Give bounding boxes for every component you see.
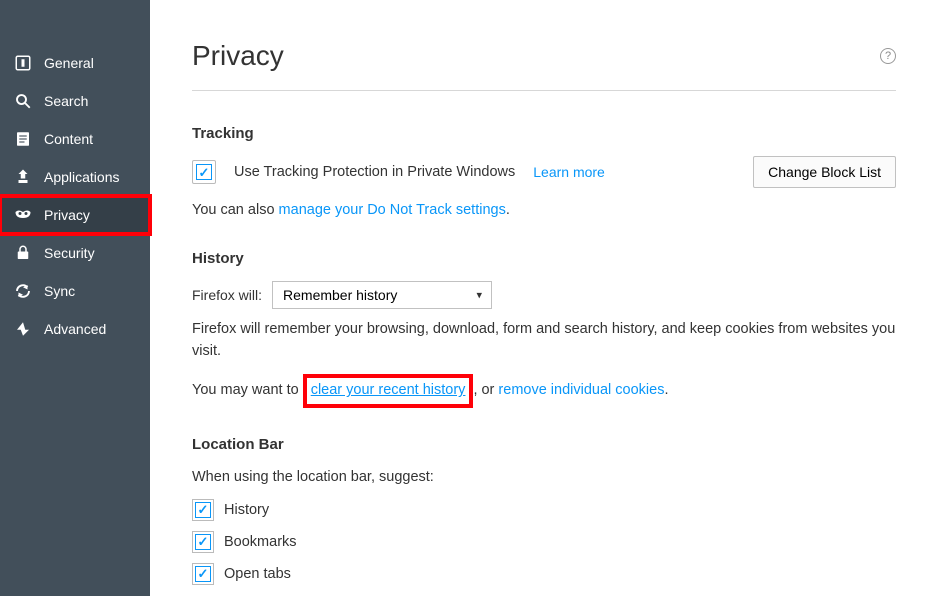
sidebar-item-advanced[interactable]: Advanced: [0, 310, 150, 348]
sidebar-item-search[interactable]: Search: [0, 82, 150, 120]
history-mode-row: Firefox will: Remember history: [192, 281, 896, 309]
change-block-list-button[interactable]: Change Block List: [753, 156, 896, 188]
open-tabs-checkbox-label[interactable]: Open tabs: [224, 566, 291, 582]
clear-history-link[interactable]: clear your recent history: [311, 382, 466, 398]
location-bar-option-bookmarks[interactable]: Bookmarks: [192, 531, 896, 553]
open-tabs-checkbox[interactable]: [195, 566, 211, 582]
sidebar-item-privacy[interactable]: Privacy: [0, 196, 150, 234]
history-clear-paragraph: You may want to clear your recent histor…: [192, 374, 896, 408]
sidebar-item-label: Search: [44, 93, 88, 109]
advanced-icon: [14, 320, 32, 338]
sidebar-item-general[interactable]: General: [0, 44, 150, 82]
clear-prefix: You may want to: [192, 382, 303, 398]
dnt-suffix: .: [506, 202, 510, 218]
sidebar-item-applications[interactable]: Applications: [0, 158, 150, 196]
sidebar-item-label: General: [44, 55, 94, 71]
location-bar-option-open-tabs[interactable]: Open tabs: [192, 563, 896, 585]
content-icon: [14, 130, 32, 148]
main-content: Privacy ? Tracking Use Tracking Protecti…: [150, 0, 938, 596]
sidebar-item-sync[interactable]: Sync: [0, 272, 150, 310]
app-root: General Search Content Applications Priv…: [0, 0, 938, 596]
clear-suffix: .: [664, 382, 668, 398]
sidebar-item-content[interactable]: Content: [0, 120, 150, 158]
tracking-heading: Tracking: [192, 125, 896, 142]
sidebar: General Search Content Applications Priv…: [0, 0, 150, 596]
tracking-protection-label[interactable]: Use Tracking Protection in Private Windo…: [234, 164, 515, 180]
history-mode-select-wrap: Remember history: [272, 281, 492, 309]
page-title: Privacy: [192, 40, 284, 72]
remove-cookies-link[interactable]: remove individual cookies: [498, 382, 664, 398]
privacy-mask-icon: [14, 206, 32, 224]
sidebar-item-label: Applications: [44, 169, 120, 185]
history-mode-label: Firefox will:: [192, 287, 262, 303]
general-icon: [14, 54, 32, 72]
help-icon[interactable]: ?: [880, 48, 896, 64]
history-mode-select[interactable]: Remember history: [272, 281, 492, 309]
history-section: History Firefox will: Remember history F…: [192, 250, 896, 408]
tracking-learn-more-link[interactable]: Learn more: [533, 164, 605, 180]
sidebar-item-label: Privacy: [44, 207, 90, 223]
history-checkbox-label[interactable]: History: [224, 502, 269, 518]
tracking-protection-checkbox[interactable]: [196, 164, 212, 180]
search-icon: [14, 92, 32, 110]
applications-icon: [14, 168, 32, 186]
dnt-paragraph: You can also manage your Do Not Track se…: [192, 200, 896, 222]
dnt-link[interactable]: manage your Do Not Track settings: [279, 202, 506, 218]
location-bar-subheading: When using the location bar, suggest:: [192, 467, 896, 489]
location-bar-heading: Location Bar: [192, 436, 896, 453]
location-bar-option-history[interactable]: History: [192, 499, 896, 521]
dnt-prefix: You can also: [192, 202, 279, 218]
sync-icon: [14, 282, 32, 300]
sidebar-item-label: Sync: [44, 283, 75, 299]
location-bar-options: History Bookmarks Open tabs: [192, 499, 896, 585]
page-header: Privacy ?: [192, 40, 896, 91]
tracking-section: Tracking Use Tracking Protection in Priv…: [192, 125, 896, 222]
history-description: Firefox will remember your browsing, dow…: [192, 319, 896, 363]
lock-icon: [14, 244, 32, 262]
sidebar-item-label: Security: [44, 245, 95, 261]
bookmarks-checkbox-label[interactable]: Bookmarks: [224, 534, 297, 550]
sidebar-item-label: Content: [44, 131, 93, 147]
history-checkbox[interactable]: [195, 502, 211, 518]
sidebar-item-label: Advanced: [44, 321, 106, 337]
tracking-protection-checkbox-wrap[interactable]: [192, 160, 216, 184]
location-bar-section: Location Bar When using the location bar…: [192, 436, 896, 596]
history-heading: History: [192, 250, 896, 267]
bookmarks-checkbox[interactable]: [195, 534, 211, 550]
sidebar-item-security[interactable]: Security: [0, 234, 150, 272]
clear-mid: , or: [473, 382, 498, 398]
clear-history-highlight: clear your recent history: [303, 374, 474, 408]
